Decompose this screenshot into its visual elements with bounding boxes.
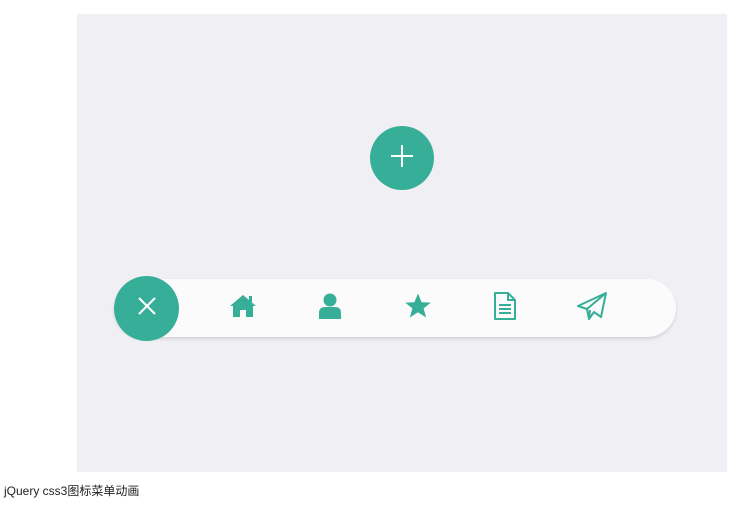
document-icon: [492, 291, 518, 326]
home-icon: [229, 293, 257, 324]
close-icon: [136, 295, 158, 322]
menu-item-user[interactable]: [314, 292, 346, 324]
menu-item-send[interactable]: [576, 291, 608, 326]
plus-icon: [388, 142, 416, 175]
star-icon: [404, 292, 432, 325]
demo-stage: [77, 14, 727, 472]
menu-item-document[interactable]: [489, 291, 521, 326]
user-icon: [317, 292, 343, 325]
menu-item-home[interactable]: [227, 292, 259, 324]
caption-text: jQuery css3图标菜单动画: [4, 484, 140, 498]
icon-menu-bar: [114, 276, 676, 341]
menu-item-favorites[interactable]: [402, 292, 434, 324]
paper-plane-icon: [576, 291, 608, 326]
open-menu-button[interactable]: [370, 126, 434, 190]
close-menu-button[interactable]: [114, 276, 179, 341]
